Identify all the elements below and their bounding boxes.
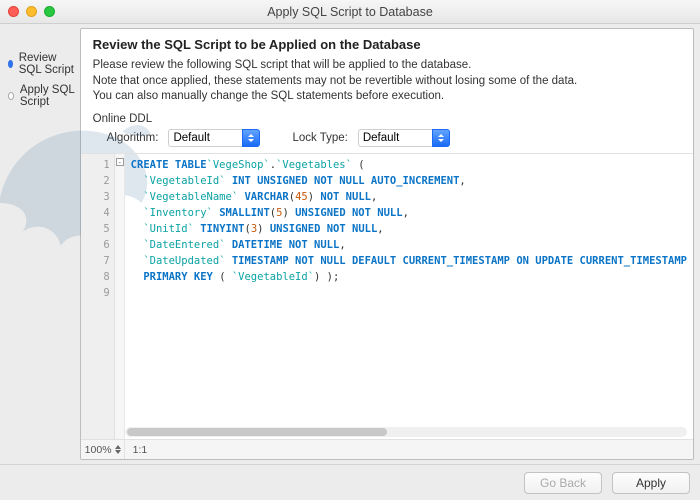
sql-code-area[interactable]: CREATE TABLE`VegeShop`.`Vegetables` ( `V… bbox=[125, 154, 693, 439]
online-ddl-label: Online DDL bbox=[93, 113, 681, 125]
step-active-dot-icon bbox=[8, 60, 13, 68]
algorithm-select[interactable]: Default bbox=[168, 129, 242, 147]
dialog-footer: Go Back Apply bbox=[0, 464, 700, 500]
sql-editor[interactable]: 123456789 - CREATE TABLE`VegeShop`.`Vege… bbox=[81, 153, 693, 439]
zoom-value: 100% bbox=[85, 444, 112, 456]
description-line: You can also manually change the SQL sta… bbox=[93, 89, 681, 105]
window-title: Apply SQL Script to Database bbox=[0, 5, 700, 19]
main-panel: Review the SQL Script to be Applied on t… bbox=[80, 28, 694, 460]
description-line: Please review the following SQL script t… bbox=[93, 58, 681, 74]
description-line: Note that once applied, these statements… bbox=[93, 74, 681, 90]
lock-type-select[interactable]: Default bbox=[358, 129, 432, 147]
sidebar-step-review[interactable]: Review SQL Script bbox=[8, 52, 76, 76]
online-ddl-section: Online DDL Algorithm: Default Lock Type:… bbox=[81, 111, 693, 153]
fold-collapse-icon[interactable]: - bbox=[116, 158, 124, 166]
select-arrows-icon[interactable] bbox=[242, 129, 260, 147]
fold-gutter: - bbox=[115, 154, 125, 439]
titlebar: Apply SQL Script to Database bbox=[0, 0, 700, 24]
go-back-button: Go Back bbox=[524, 472, 602, 494]
horizontal-scrollbar[interactable] bbox=[125, 427, 687, 437]
lock-type-label: Lock Type: bbox=[292, 132, 347, 144]
stepper-arrows-icon[interactable] bbox=[115, 445, 121, 454]
sidebar-step-apply[interactable]: Apply SQL Script bbox=[8, 84, 76, 108]
select-arrows-icon[interactable] bbox=[432, 129, 450, 147]
cursor-ratio: 1:1 bbox=[125, 444, 156, 456]
page-title: Review the SQL Script to be Applied on t… bbox=[93, 37, 681, 52]
sidebar-step-label: Review SQL Script bbox=[19, 52, 76, 76]
step-pending-dot-icon bbox=[8, 92, 14, 100]
editor-statusbar: 100% 1:1 bbox=[81, 439, 693, 459]
wizard-sidebar: Review SQL Script Apply SQL Script bbox=[0, 24, 80, 464]
sidebar-step-label: Apply SQL Script bbox=[20, 84, 76, 108]
description-text: Please review the following SQL script t… bbox=[81, 56, 693, 111]
scrollbar-thumb[interactable] bbox=[127, 428, 387, 436]
apply-button[interactable]: Apply bbox=[612, 472, 690, 494]
main-header: Review the SQL Script to be Applied on t… bbox=[81, 29, 693, 56]
zoom-stepper[interactable]: 100% bbox=[81, 440, 125, 459]
algorithm-label: Algorithm: bbox=[107, 132, 159, 144]
line-number-gutter: 123456789 bbox=[81, 154, 115, 439]
